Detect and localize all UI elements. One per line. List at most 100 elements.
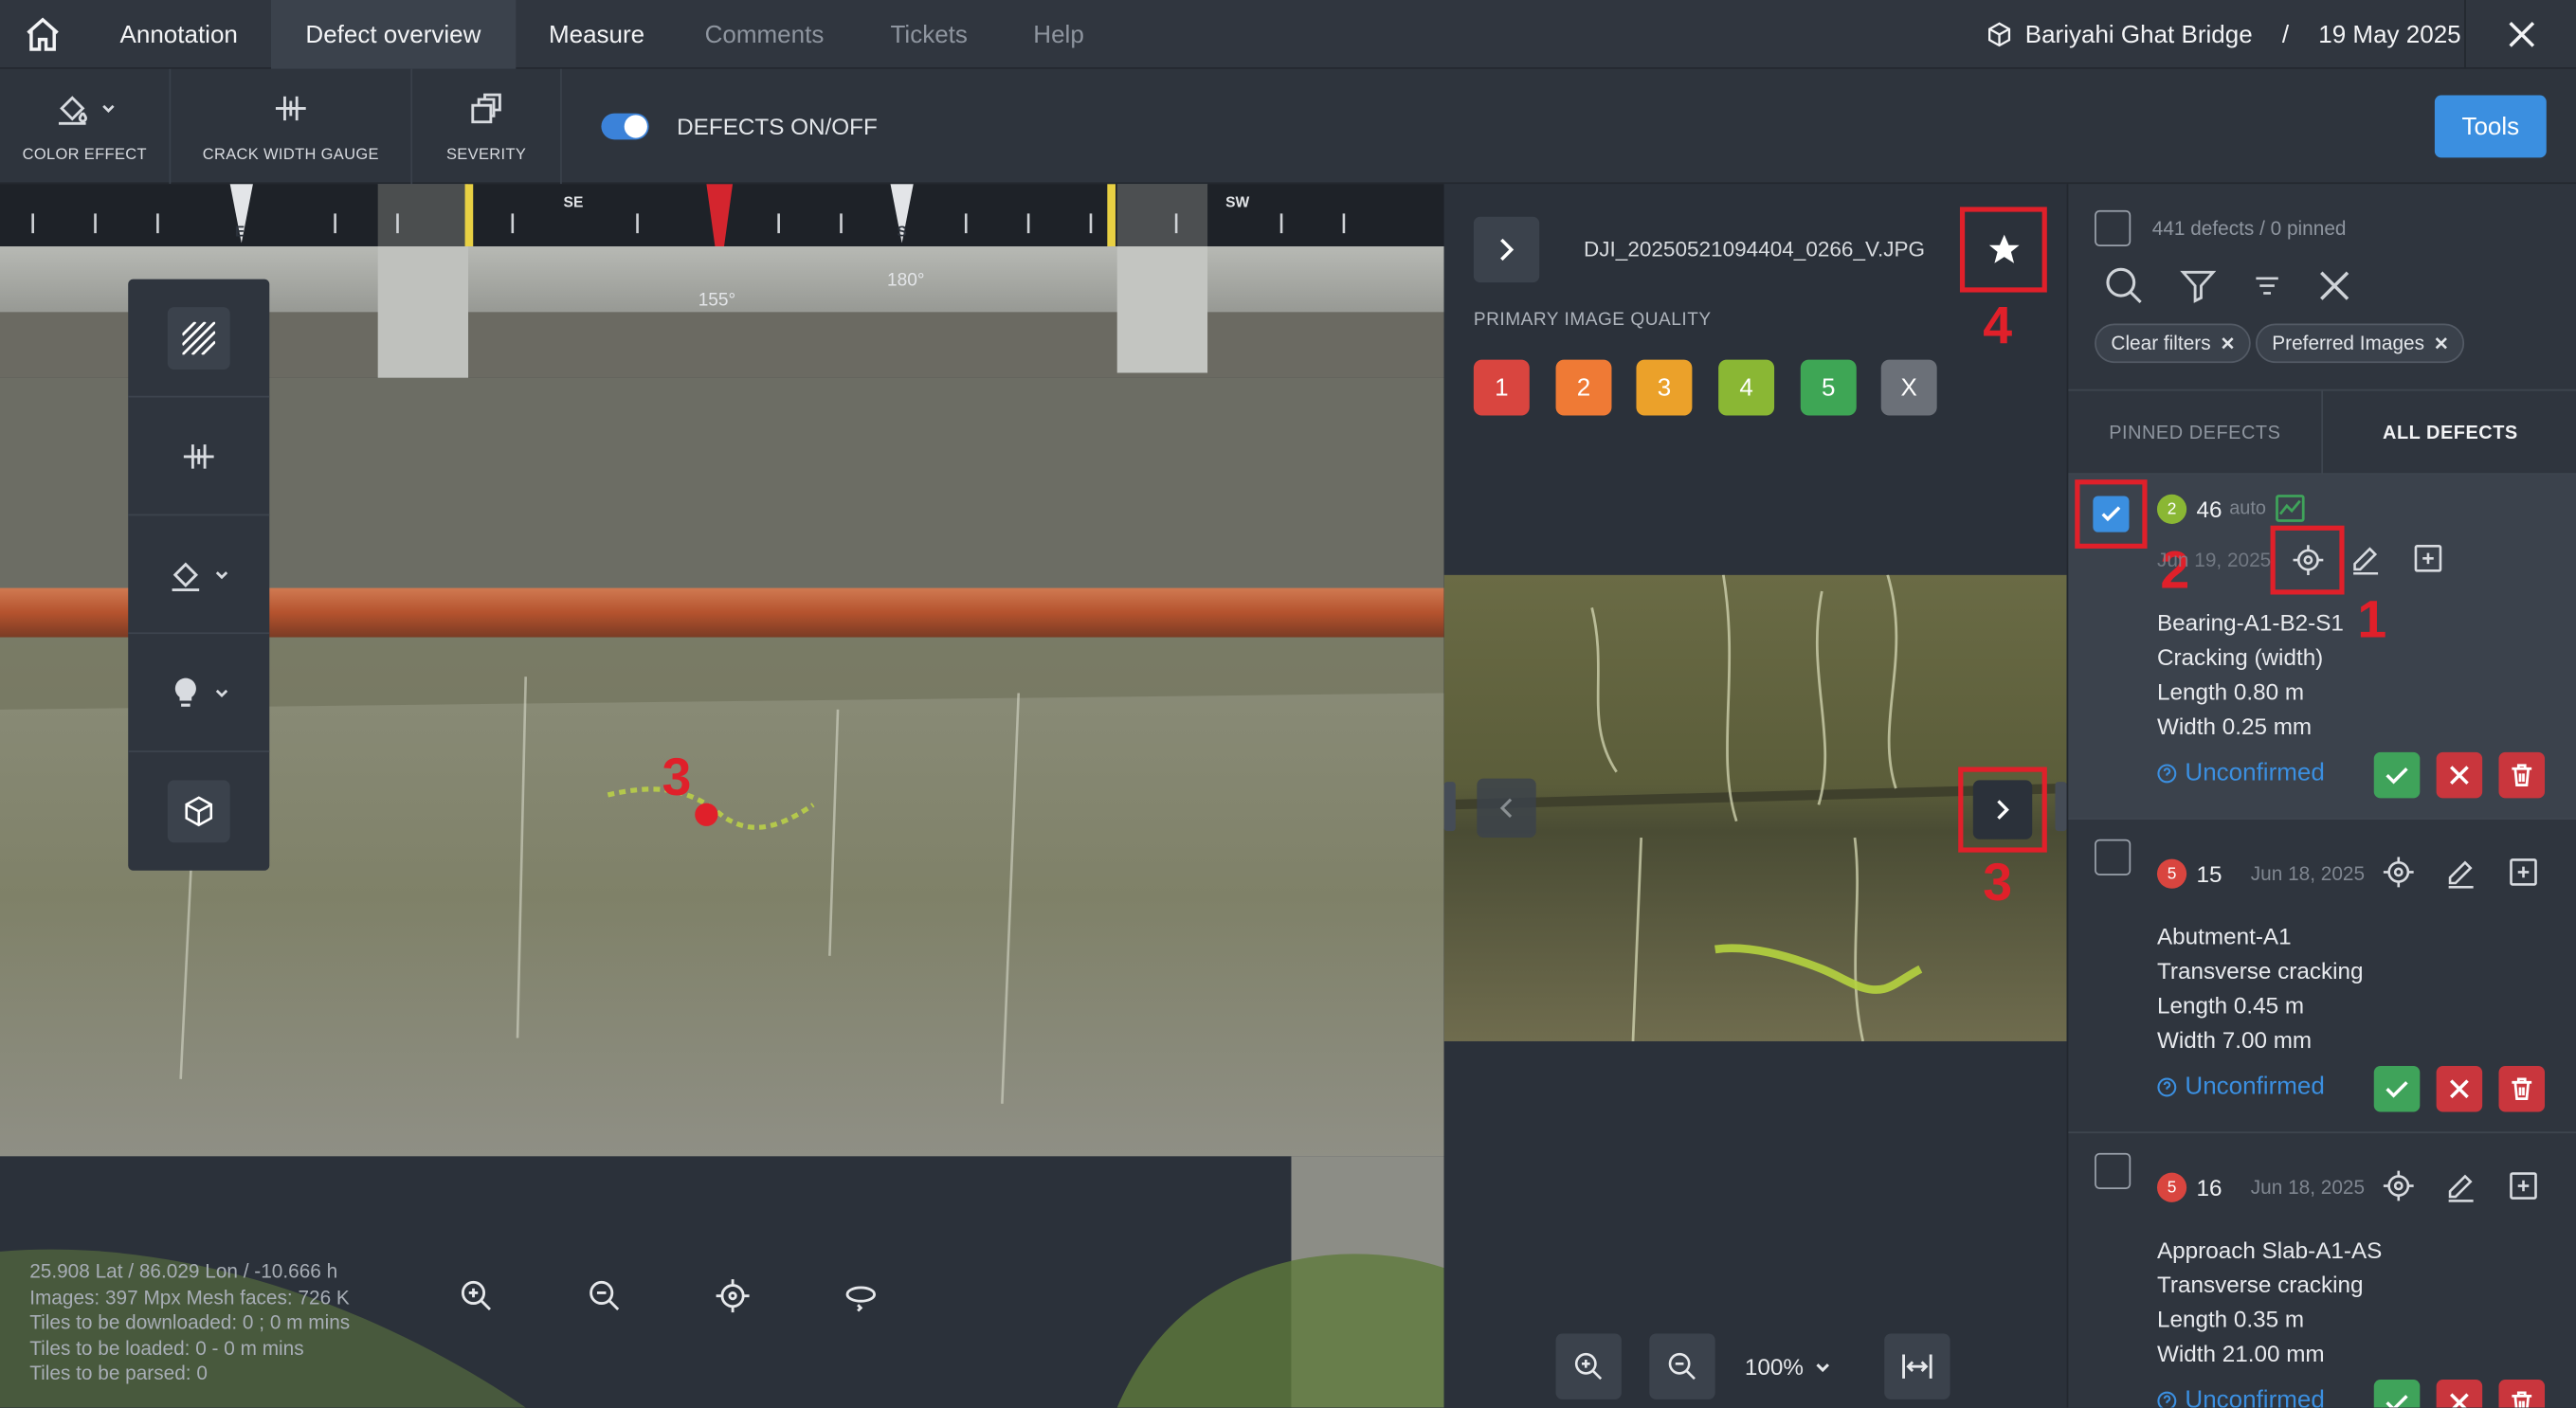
pencil-icon bbox=[2448, 860, 2474, 889]
zoom-out-button[interactable] bbox=[583, 1274, 626, 1317]
defect-id: 46 bbox=[2196, 496, 2222, 523]
confirm-defect-button[interactable] bbox=[2373, 1380, 2421, 1408]
severity-label: SEVERITY bbox=[445, 145, 527, 164]
quality-4-button[interactable]: 4 bbox=[1718, 359, 1775, 416]
image-zoom-in-button[interactable] bbox=[1555, 1333, 1622, 1399]
reject-defect-button[interactable] bbox=[2436, 1380, 2483, 1408]
next-image-button[interactable] bbox=[1958, 767, 2047, 853]
add-to-report-button[interactable] bbox=[2507, 1169, 2540, 1210]
defect-status[interactable]: Unconfirmed bbox=[2157, 1386, 2325, 1408]
edit-defect-button[interactable] bbox=[2444, 1169, 2477, 1210]
defect-width: Width 21.00 mm bbox=[2156, 1340, 2325, 1367]
locate-defect-button[interactable] bbox=[2270, 525, 2345, 595]
close-button[interactable] bbox=[2464, 0, 2576, 69]
home-icon bbox=[27, 17, 59, 51]
close-icon[interactable] bbox=[2318, 269, 2351, 302]
quality-3-button[interactable]: 3 bbox=[1636, 359, 1693, 416]
home-button[interactable] bbox=[0, 0, 85, 69]
quality-x-button[interactable]: X bbox=[1880, 359, 1937, 416]
texture-toggle-button[interactable] bbox=[128, 280, 270, 398]
quality-1-button[interactable]: 1 bbox=[1473, 359, 1530, 416]
tab-pinned-defects[interactable]: PINNED DEFECTS bbox=[2068, 390, 2324, 477]
tab-annotation[interactable]: Annotation bbox=[85, 0, 272, 69]
chevron-right-icon bbox=[1997, 800, 2009, 820]
crack-width-gauge-button[interactable]: CRACK WIDTH GAUGE bbox=[171, 68, 413, 185]
image-zoom-out-button[interactable] bbox=[1649, 1333, 1715, 1399]
filter-icon[interactable] bbox=[2180, 268, 2217, 304]
previous-image-button[interactable] bbox=[1477, 778, 1536, 839]
zoom-in-button[interactable] bbox=[455, 1274, 498, 1317]
hatch-icon bbox=[167, 306, 230, 370]
locate-defect-button[interactable] bbox=[2382, 1169, 2415, 1210]
tab-tickets[interactable]: Tickets bbox=[856, 0, 1002, 69]
select-all-checkbox[interactable] bbox=[2095, 209, 2132, 247]
zoom-level-select[interactable]: 100% bbox=[1745, 1334, 1832, 1399]
project-date[interactable]: 19 May 2025 bbox=[2318, 21, 2460, 48]
tools-button[interactable]: Tools bbox=[2434, 95, 2547, 158]
severity-button[interactable]: SEVERITY bbox=[412, 68, 562, 185]
chevron-left-icon bbox=[1499, 798, 1513, 819]
chevron-right-icon bbox=[1500, 238, 1515, 262]
recenter-button[interactable] bbox=[712, 1274, 754, 1317]
defect-checkbox[interactable] bbox=[2093, 496, 2130, 533]
sort-icon[interactable] bbox=[2252, 271, 2281, 300]
defect-status[interactable]: Unconfirmed bbox=[2157, 759, 2325, 786]
delete-defect-button[interactable] bbox=[2498, 1380, 2546, 1408]
tab-defect-overview[interactable]: Defect overview bbox=[271, 0, 516, 69]
defect-card[interactable]: 2 2 46 auto Jun 19, 2025 1 Bearing-A1-B2… bbox=[2068, 474, 2576, 820]
search-icon[interactable] bbox=[2104, 266, 2144, 306]
preferred-image-star-button[interactable] bbox=[1959, 207, 2047, 293]
defect-status[interactable]: Unconfirmed bbox=[2157, 1073, 2325, 1100]
orbit-button[interactable] bbox=[840, 1274, 882, 1317]
add-box-icon bbox=[2510, 1172, 2537, 1200]
confirm-defect-button[interactable] bbox=[2373, 1065, 2421, 1112]
close-icon[interactable] bbox=[2434, 336, 2447, 350]
close-icon bbox=[2508, 22, 2534, 47]
edit-defect-button[interactable] bbox=[2349, 542, 2383, 583]
add-to-report-button[interactable] bbox=[2412, 542, 2445, 583]
close-icon[interactable] bbox=[2221, 336, 2234, 350]
defect-checkbox-highlight[interactable] bbox=[2075, 479, 2148, 549]
3d-viewport[interactable]: 3 E SE 155° S 180° SW 25.908 Lat / 86.02… bbox=[0, 184, 1444, 1408]
delete-defect-button[interactable] bbox=[2498, 751, 2546, 799]
crosshair-icon bbox=[716, 1279, 750, 1313]
right-resize-handle[interactable] bbox=[2055, 782, 2067, 832]
defect-marker-dot[interactable] bbox=[695, 803, 718, 826]
reject-defect-button[interactable] bbox=[2436, 1065, 2483, 1112]
quality-5-button[interactable]: 5 bbox=[1800, 359, 1857, 416]
compass-strip[interactable]: E SE 155° S 180° SW bbox=[0, 184, 1444, 311]
color-effect-tool-button[interactable] bbox=[128, 515, 270, 635]
project-name[interactable]: Bariyahi Ghat Bridge bbox=[2025, 21, 2253, 48]
tab-help[interactable]: Help bbox=[999, 0, 1118, 69]
tab-all-defects[interactable]: ALL DEFECTS bbox=[2323, 391, 2576, 477]
expand-panel-button[interactable] bbox=[1473, 216, 1540, 283]
locate-icon bbox=[2383, 1170, 2414, 1201]
chip-label: Preferred Images bbox=[2272, 332, 2425, 355]
locate-defect-button[interactable] bbox=[2382, 856, 2415, 896]
compass-label-s: S bbox=[897, 223, 907, 241]
left-resize-handle[interactable] bbox=[1443, 782, 1456, 832]
defects-toggle[interactable] bbox=[601, 113, 649, 140]
quality-2-button[interactable]: 2 bbox=[1555, 359, 1612, 416]
clear-filters-chip[interactable]: Clear filters bbox=[2095, 323, 2251, 364]
model-view-button[interactable] bbox=[128, 752, 269, 871]
lighting-tool-button[interactable] bbox=[128, 634, 270, 752]
color-effect-button[interactable]: COLOR EFFECT bbox=[0, 68, 172, 185]
defect-card[interactable]: 5 15 Jun 18, 2025 Abutment-A1 Transverse… bbox=[2068, 820, 2576, 1134]
tab-measure[interactable]: Measure bbox=[515, 0, 680, 69]
fit-width-button[interactable] bbox=[1884, 1333, 1950, 1399]
preferred-images-chip[interactable]: Preferred Images bbox=[2255, 323, 2464, 364]
reject-defect-button[interactable] bbox=[2436, 751, 2483, 799]
zoom-level-value: 100% bbox=[1744, 1353, 1804, 1381]
confirm-defect-button[interactable] bbox=[2373, 751, 2421, 799]
edit-defect-button[interactable] bbox=[2444, 856, 2477, 896]
defect-date: Jun 18, 2025 bbox=[2250, 862, 2366, 886]
defect-checkbox[interactable] bbox=[2095, 839, 2132, 875]
add-to-report-button[interactable] bbox=[2507, 856, 2540, 896]
defect-checkbox[interactable] bbox=[2095, 1152, 2132, 1189]
delete-defect-button[interactable] bbox=[2498, 1065, 2546, 1112]
gauge-tool-button[interactable] bbox=[128, 397, 270, 516]
tab-comments[interactable]: Comments bbox=[670, 0, 859, 69]
defect-card[interactable]: 5 16 Jun 18, 2025 Approach Slab-A1-AS Tr… bbox=[2068, 1133, 2576, 1408]
defect-date: Jun 19, 2025 bbox=[2156, 548, 2272, 572]
